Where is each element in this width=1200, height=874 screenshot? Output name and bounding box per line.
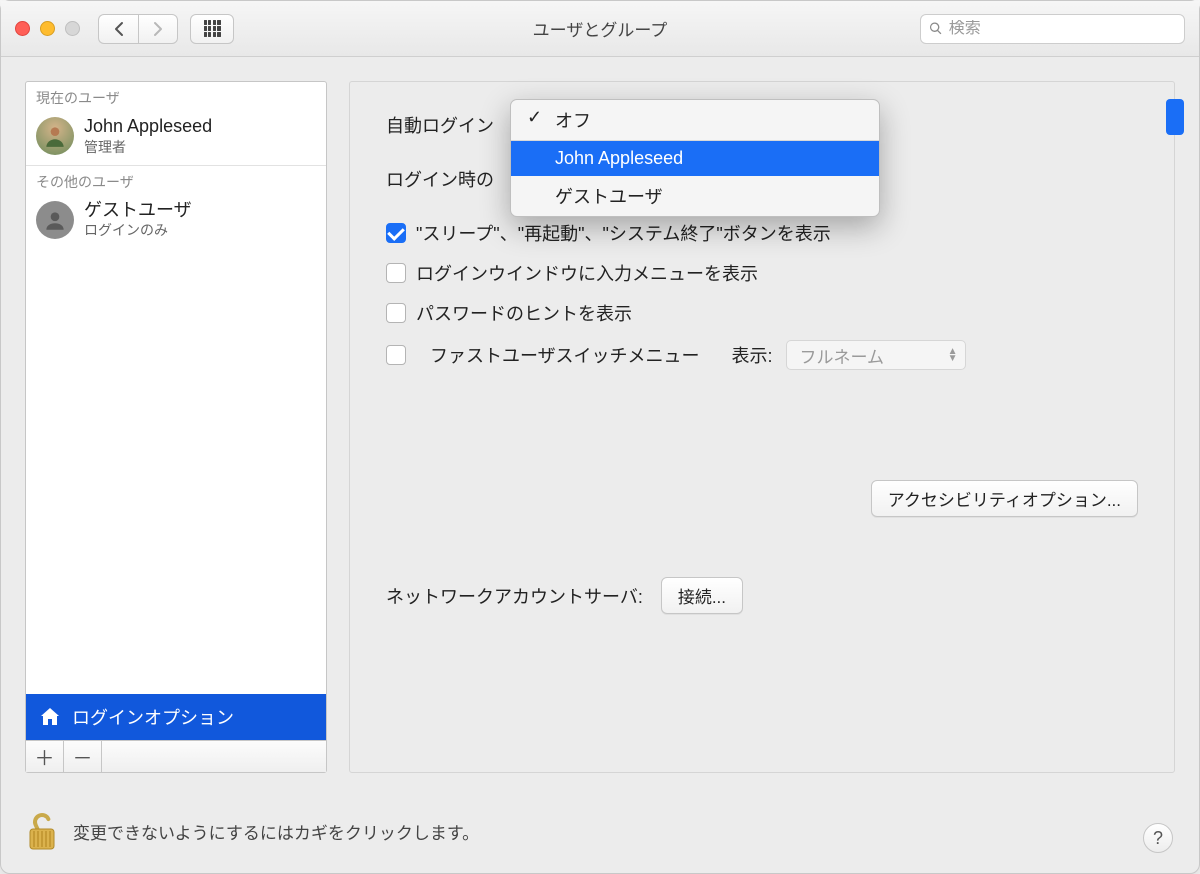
sidebar-fill — [26, 248, 326, 694]
search-input[interactable] — [949, 20, 1176, 38]
help-button[interactable]: ? — [1143, 823, 1173, 853]
accessibility-row: アクセシビリティオプション... — [386, 480, 1138, 517]
accessibility-options-button[interactable]: アクセシビリティオプション... — [871, 480, 1138, 517]
auto-login-label: 自動ログイン — [386, 112, 494, 138]
nav-segment — [98, 14, 178, 44]
home-icon — [38, 705, 62, 729]
remove-user-button[interactable]: － — [64, 741, 102, 772]
content-area: 現在のユーザ John Appleseed 管理者 その他のユーザ ゲストユーザ — [1, 57, 1199, 797]
add-user-button[interactable]: ＋ — [26, 741, 64, 772]
network-account-label: ネットワークアカウントサーバ: — [386, 583, 643, 609]
apps-grid-icon — [204, 20, 221, 37]
add-remove-bar: ＋ － — [26, 740, 326, 772]
avatar — [36, 201, 74, 239]
sleep-restart-label: "スリープ"、"再起動"、"システム終了"ボタンを表示 — [416, 220, 831, 246]
chevron-right-icon — [153, 21, 163, 37]
fast-switch-show-label: 表示: — [731, 342, 772, 368]
login-time-label: ログイン時の — [386, 166, 494, 192]
auto-login-dropdown[interactable]: オフ John Appleseed ゲストユーザ — [510, 99, 880, 217]
titlebar: ユーザとグループ — [1, 1, 1199, 57]
fast-switch-checkbox[interactable] — [386, 345, 406, 365]
dropdown-item-user-0[interactable]: John Appleseed — [511, 141, 879, 176]
sleep-restart-checkbox[interactable] — [386, 223, 406, 243]
login-options-item[interactable]: ログインオプション — [26, 694, 326, 740]
stepper-arrows-icon: ▲▼ — [948, 348, 958, 362]
fast-switch-select-value: フルネーム — [799, 343, 884, 368]
footer: 変更できないようにするにはカギをクリックします。 ? — [1, 797, 1199, 873]
back-button[interactable] — [98, 14, 138, 44]
dropdown-item-off[interactable]: オフ — [511, 100, 879, 140]
current-user-label: 現在のユーザ — [26, 82, 326, 112]
add-remove-fill — [102, 741, 326, 772]
search-field[interactable] — [920, 14, 1185, 44]
fast-switch-label: ファストユーザスイッチメニュー — [430, 342, 699, 368]
traffic-lights — [15, 21, 80, 36]
forward-button[interactable] — [138, 14, 178, 44]
fast-switch-select[interactable]: フルネーム ▲▼ — [786, 340, 966, 370]
search-icon — [929, 21, 943, 36]
prefs-window: ユーザとグループ 現在のユーザ John Appleseed 管理者 その他のユ… — [0, 0, 1200, 874]
user-text: ゲストユーザ ログインのみ — [84, 200, 192, 241]
input-menu-label: ログインウインドウに入力メニューを表示 — [416, 260, 758, 286]
avatar — [36, 117, 74, 155]
input-menu-row: ログインウインドウに入力メニューを表示 — [386, 260, 1138, 286]
user-role: ログインのみ — [84, 220, 192, 240]
pw-hint-checkbox[interactable] — [386, 303, 406, 323]
user-name: ゲストユーザ — [84, 200, 192, 221]
pw-hint-row: パスワードのヒントを表示 — [386, 300, 1138, 326]
person-icon — [42, 123, 68, 149]
settings-panel: 自動ログイン ログイン時の "スリープ"、"再起動"、"システム終了"ボタンを表… — [349, 81, 1175, 773]
help-icon: ? — [1153, 828, 1163, 849]
dropdown-item-user-1[interactable]: ゲストユーザ — [511, 176, 879, 216]
guest-user-item[interactable]: ゲストユーザ ログインのみ — [26, 196, 326, 249]
user-text: John Appleseed 管理者 — [84, 116, 212, 157]
sleep-restart-row: "スリープ"、"再起動"、"システム終了"ボタンを表示 — [386, 220, 1138, 246]
input-menu-checkbox[interactable] — [386, 263, 406, 283]
user-sidebar: 現在のユーザ John Appleseed 管理者 その他のユーザ ゲストユーザ — [25, 81, 327, 773]
login-options-label: ログインオプション — [72, 704, 234, 730]
lock-text: 変更できないようにするにはカギをクリックします。 — [73, 819, 479, 844]
lock-button[interactable] — [25, 809, 59, 853]
user-name: John Appleseed — [84, 116, 212, 137]
dropdown-edge-indicator — [1166, 99, 1184, 135]
pw-hint-label: パスワードのヒントを表示 — [416, 300, 632, 326]
minimize-window-button[interactable] — [40, 21, 55, 36]
zoom-window-button[interactable] — [65, 21, 80, 36]
person-icon — [42, 207, 68, 233]
show-all-button[interactable] — [190, 14, 234, 44]
other-users-label: その他のユーザ — [26, 166, 326, 196]
current-user-item[interactable]: John Appleseed 管理者 — [26, 112, 326, 165]
close-window-button[interactable] — [15, 21, 30, 36]
user-role: 管理者 — [84, 137, 212, 157]
connect-button[interactable]: 接続... — [661, 577, 743, 614]
unlocked-lock-icon — [25, 809, 59, 853]
network-account-row: ネットワークアカウントサーバ: 接続... — [386, 577, 1138, 614]
fast-switch-row: ファストユーザスイッチメニュー 表示: フルネーム ▲▼ — [386, 340, 1138, 370]
chevron-left-icon — [114, 21, 124, 37]
